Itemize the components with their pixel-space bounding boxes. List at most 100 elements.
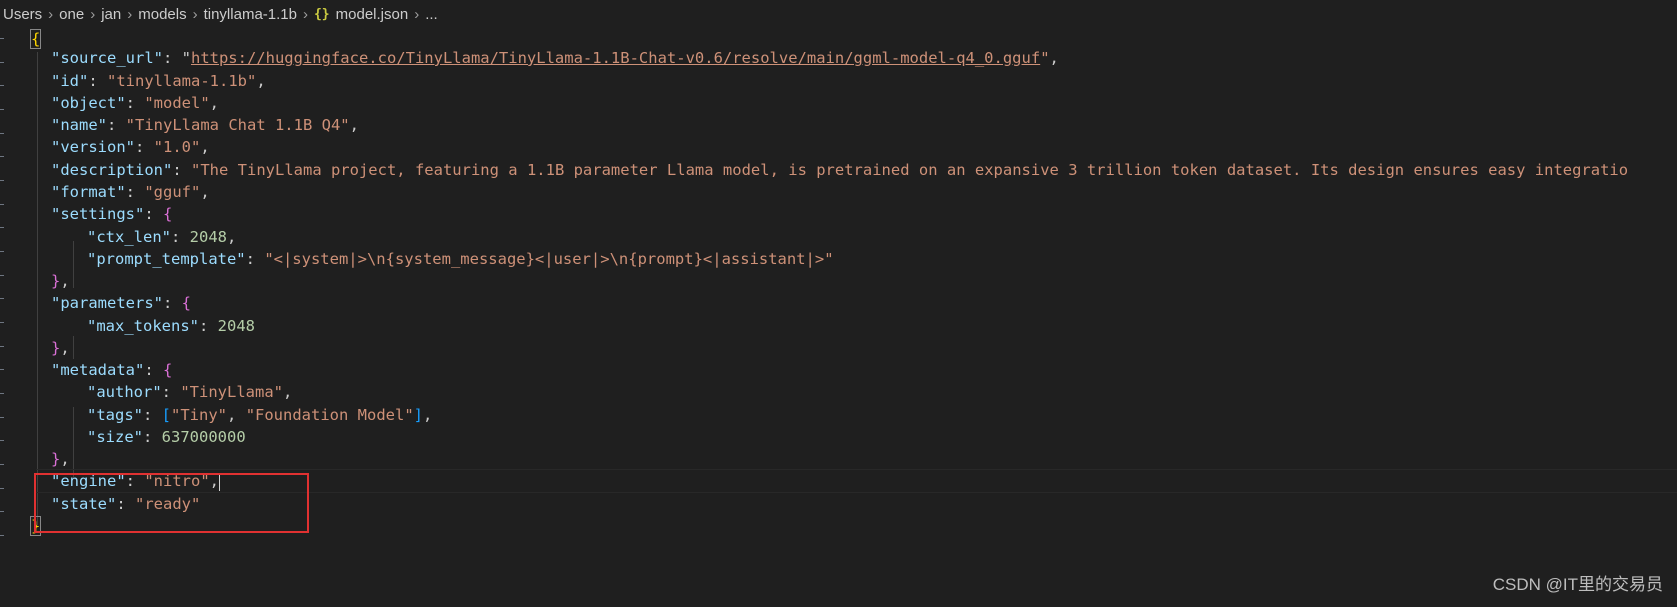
breadcrumb-item-users[interactable]: Users bbox=[3, 6, 42, 23]
breadcrumb-item-tinyllama[interactable]: tinyllama-1.1b bbox=[204, 6, 297, 23]
breadcrumb-item-jan[interactable]: jan bbox=[101, 6, 121, 23]
json-value: "1.0" bbox=[153, 138, 201, 156]
json-value: 2048 bbox=[217, 317, 255, 335]
chevron-right-icon: › bbox=[48, 5, 54, 23]
close-brace: } bbox=[51, 272, 61, 290]
json-key: "size" bbox=[87, 428, 143, 446]
json-key: "description" bbox=[51, 161, 173, 179]
json-key: "max_tokens" bbox=[87, 317, 199, 335]
close-bracket: ] bbox=[413, 406, 424, 424]
gutter-marker bbox=[0, 535, 4, 536]
gutter-marker bbox=[0, 227, 4, 228]
json-key: "settings" bbox=[51, 205, 145, 223]
json-value: "Foundation Model" bbox=[245, 406, 414, 424]
open-brace: { bbox=[29, 29, 42, 49]
open-bracket: [ bbox=[161, 406, 172, 424]
json-value: "The TinyLlama project, featuring a 1.1B… bbox=[191, 161, 1629, 179]
json-key: "version" bbox=[51, 138, 135, 156]
gutter-marker bbox=[0, 109, 4, 110]
gutter-marker bbox=[0, 62, 4, 63]
chevron-right-icon: › bbox=[127, 5, 133, 23]
code-line: "parameters": { bbox=[51, 294, 191, 312]
gutter-marker bbox=[0, 464, 4, 465]
chevron-right-icon: › bbox=[90, 5, 96, 23]
json-value: "Tiny" bbox=[171, 406, 228, 424]
code-line: "tags": ["Tiny", "Foundation Model"], bbox=[87, 406, 433, 424]
code-line: }, bbox=[51, 450, 70, 468]
code-line: }, bbox=[51, 339, 70, 357]
json-key: "author" bbox=[87, 383, 162, 401]
code-line: "metadata": { bbox=[51, 361, 173, 379]
code-line: "format": "gguf", bbox=[51, 183, 210, 201]
json-value: "tinyllama-1.1b" bbox=[107, 72, 257, 90]
source-url-link[interactable]: https://huggingface.co/TinyLlama/TinyLla… bbox=[191, 49, 1040, 67]
json-key: "ctx_len" bbox=[87, 228, 171, 246]
json-value: "model" bbox=[144, 94, 210, 112]
chevron-right-icon: › bbox=[302, 5, 308, 23]
chevron-right-icon: › bbox=[192, 5, 198, 23]
json-key: "id" bbox=[51, 72, 89, 90]
watermark: CSDN @IT里的交易员 bbox=[1492, 575, 1663, 594]
gutter-marker bbox=[0, 275, 4, 276]
indent-guide bbox=[73, 407, 74, 478]
code-line: "ctx_len": 2048, bbox=[87, 228, 237, 246]
json-key: "format" bbox=[51, 183, 126, 201]
close-brace: } bbox=[51, 339, 61, 357]
gutter-marker bbox=[0, 251, 4, 252]
code-line: "version": "1.0", bbox=[51, 138, 210, 156]
json-key: "name" bbox=[51, 116, 107, 134]
gutter-marker bbox=[0, 440, 4, 441]
json-file-icon: {} bbox=[313, 6, 330, 22]
json-value: 2048 bbox=[189, 228, 227, 246]
code-line: "name": "TinyLlama Chat 1.1B Q4", bbox=[51, 116, 359, 134]
json-value: "<|system|>\n{system_message}<|user|>\n{… bbox=[264, 250, 834, 268]
code-line: }, bbox=[51, 272, 70, 290]
json-key: "parameters" bbox=[51, 294, 163, 312]
json-key: "source_url" bbox=[51, 49, 163, 67]
code-line: "source_url": "https://huggingface.co/Ti… bbox=[51, 49, 1059, 67]
open-brace: { bbox=[181, 294, 191, 312]
gutter-marker bbox=[0, 85, 4, 86]
code-line: "prompt_template": "<|system|>\n{system_… bbox=[87, 250, 834, 268]
json-key: "prompt_template" bbox=[87, 250, 246, 268]
chevron-right-icon: › bbox=[414, 5, 420, 23]
json-value: "TinyLlama" bbox=[180, 383, 283, 401]
breadcrumb-item-one[interactable]: one bbox=[59, 6, 84, 23]
code-line: "author": "TinyLlama", bbox=[87, 383, 293, 401]
code-line: { bbox=[29, 28, 42, 52]
indent-guide bbox=[73, 241, 74, 288]
breadcrumb: Users › one › jan › models › tinyllama-1… bbox=[0, 0, 1677, 28]
code-line: "settings": { bbox=[51, 205, 173, 223]
breadcrumb-item-file[interactable]: model.json bbox=[336, 6, 409, 23]
breadcrumb-item-models[interactable]: models bbox=[138, 6, 186, 23]
open-brace: { bbox=[163, 205, 173, 223]
gutter-marker bbox=[0, 298, 4, 299]
gutter-marker bbox=[0, 369, 4, 370]
json-value: "TinyLlama Chat 1.1B Q4" bbox=[125, 116, 350, 134]
gutter-marker bbox=[0, 488, 4, 489]
code-line: "description": "The TinyLlama project, f… bbox=[51, 161, 1629, 179]
annotation-highlight-box bbox=[34, 473, 309, 533]
json-key: "metadata" bbox=[51, 361, 145, 379]
code-line: "max_tokens": 2048 bbox=[87, 317, 255, 335]
gutter-marker bbox=[0, 156, 4, 157]
indent-guide bbox=[37, 52, 38, 525]
code-line: "size": 637000000 bbox=[87, 428, 246, 446]
breadcrumb-item-symbols[interactable]: ... bbox=[425, 6, 438, 23]
gutter-marker bbox=[0, 180, 4, 181]
json-value: "gguf" bbox=[144, 183, 201, 201]
code-line: "object": "model", bbox=[51, 94, 219, 112]
gutter-marker bbox=[0, 322, 4, 323]
json-key: "object" bbox=[51, 94, 126, 112]
json-key: "tags" bbox=[87, 406, 143, 424]
json-value: 637000000 bbox=[161, 428, 246, 446]
gutter-marker bbox=[0, 417, 4, 418]
open-brace: { bbox=[163, 361, 173, 379]
gutter-marker bbox=[0, 38, 4, 39]
close-brace: } bbox=[51, 450, 61, 468]
gutter-marker bbox=[0, 133, 4, 134]
gutter-marker bbox=[0, 393, 4, 394]
indent-guide bbox=[73, 336, 74, 359]
gutter-marker bbox=[0, 204, 4, 205]
gutter-marker bbox=[0, 511, 4, 512]
